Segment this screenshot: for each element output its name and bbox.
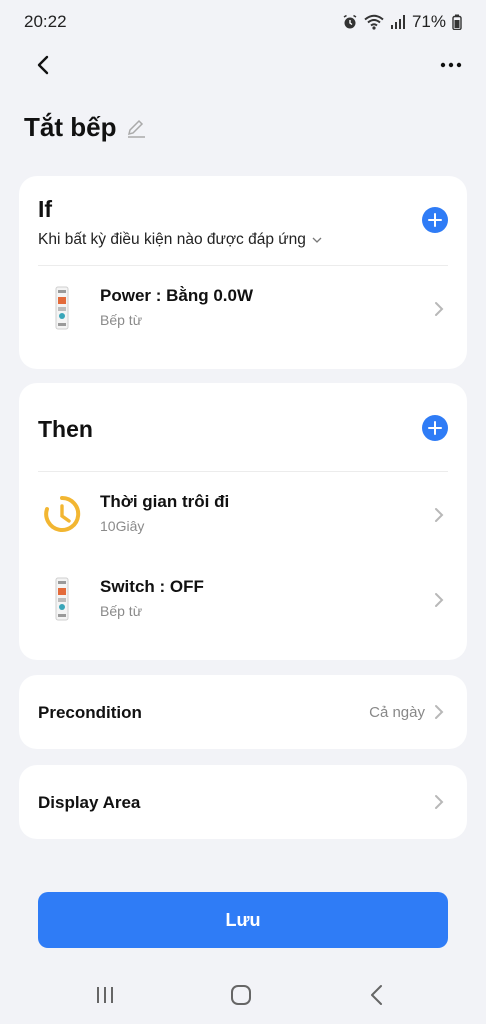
breaker-device-icon — [55, 577, 69, 621]
divider — [38, 471, 448, 472]
condition-mode-dropdown[interactable]: Khi bất kỳ điều kiện nào được đáp ứng — [38, 231, 322, 249]
more-options-icon[interactable] — [438, 52, 464, 78]
system-nav-bar — [0, 970, 486, 1024]
top-bar — [0, 44, 486, 86]
chevron-right-icon — [435, 508, 444, 522]
precondition-value: Cả ngày — [369, 704, 425, 721]
precondition-row[interactable]: Precondition Cả ngày — [19, 675, 467, 749]
back-icon[interactable] — [362, 982, 392, 1008]
if-card: If Khi bất kỳ điều kiện nào được đáp ứng… — [19, 176, 467, 369]
divider — [38, 265, 448, 266]
if-title: If — [38, 196, 53, 222]
condition-row-power[interactable]: Power : Bằng 0.0W Bếp từ — [19, 278, 467, 338]
chevron-right-icon — [435, 593, 444, 607]
alarm-icon — [343, 14, 357, 29]
display-area-row[interactable]: Display Area — [19, 765, 467, 839]
delay-clock-icon — [44, 495, 81, 532]
recent-apps-icon[interactable] — [90, 982, 120, 1008]
back-arrow-icon[interactable] — [30, 52, 56, 78]
action-row-delay[interactable]: Thời gian trôi đi 10Giây — [19, 484, 467, 544]
action-subtitle: Bếp từ — [100, 603, 143, 619]
chevron-right-icon — [435, 302, 444, 316]
precondition-card: Precondition Cả ngày — [19, 675, 467, 749]
save-button[interactable]: Lưu — [38, 892, 448, 948]
then-title: Then — [38, 416, 93, 442]
condition-mode-label: Khi bất kỳ điều kiện nào được đáp ứng — [38, 231, 306, 248]
condition-title: Power : Bằng 0.0W — [100, 286, 254, 305]
action-title: Thời gian trôi đi — [100, 492, 230, 511]
display-area-label: Display Area — [38, 793, 141, 812]
chevron-down-icon — [312, 237, 322, 243]
chevron-right-icon — [435, 705, 444, 719]
add-condition-plus-icon[interactable] — [422, 207, 448, 233]
page-title: Tắt bếp — [24, 112, 117, 142]
status-time: 20:22 — [24, 12, 67, 31]
battery-icon — [452, 14, 462, 30]
action-title: Switch : OFF — [100, 577, 204, 596]
wifi-icon — [364, 14, 384, 30]
condition-subtitle: Bếp từ — [100, 312, 143, 328]
signal-icon — [390, 15, 405, 29]
action-row-switch[interactable]: Switch : OFF Bếp từ — [19, 569, 467, 629]
action-subtitle: 10Giây — [100, 518, 145, 534]
add-action-plus-icon[interactable] — [422, 415, 448, 441]
display-area-card: Display Area — [19, 765, 467, 839]
breaker-device-icon — [55, 286, 69, 330]
title-row: Tắt bếp — [24, 112, 146, 143]
battery-percent: 71% — [411, 12, 446, 31]
chevron-right-icon — [435, 795, 444, 809]
edit-pencil-icon[interactable] — [126, 118, 146, 138]
status-bar: 20:22 71% — [0, 0, 486, 44]
home-icon[interactable] — [226, 982, 256, 1008]
precondition-label: Precondition — [38, 703, 142, 722]
then-card: Then Thời gian trôi đi 10Giây Switch : O… — [19, 383, 467, 660]
status-icons: 71% — [342, 12, 462, 32]
